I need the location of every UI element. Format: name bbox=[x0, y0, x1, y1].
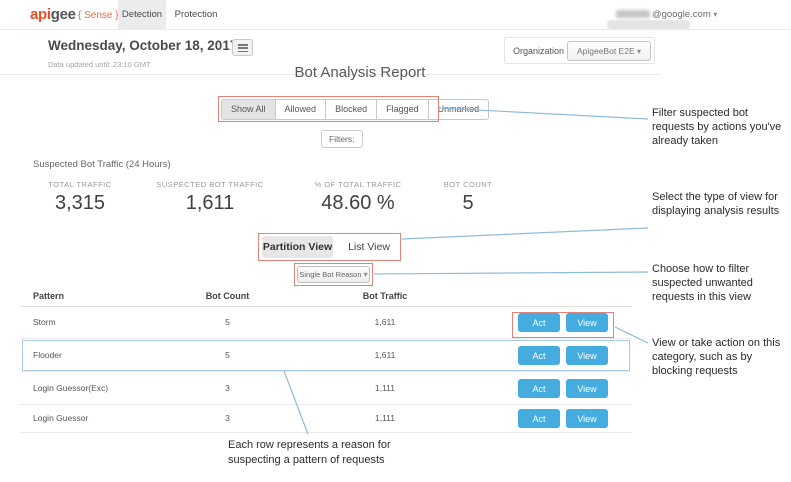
organization-dropdown[interactable]: ApigeeBot E2E ▾ bbox=[567, 41, 651, 61]
annotation-reason-filter: Choose how to filter suspected unwanted … bbox=[652, 262, 790, 304]
bot-count-cell: 5 bbox=[180, 350, 275, 360]
annotation-filter-actions: Filter suspected bot requests by actions… bbox=[652, 106, 790, 148]
redacted-username bbox=[616, 10, 650, 18]
top-navigation-bar: apigee { Sense } Detection Protection @g… bbox=[0, 0, 791, 30]
chevron-down-icon: ▾ bbox=[713, 10, 717, 19]
bot-count-cell: 3 bbox=[180, 413, 275, 423]
stat-value: 3,315 bbox=[20, 192, 140, 215]
pattern-cell: Login Guessor bbox=[33, 413, 88, 423]
bot-traffic-cell: 1,611 bbox=[330, 317, 440, 327]
view-button[interactable]: View bbox=[566, 379, 608, 398]
filter-tab-unmarked[interactable]: Unmarked bbox=[428, 99, 490, 120]
logo-gee-text: gee bbox=[51, 6, 76, 23]
organization-label: Organization bbox=[513, 46, 564, 56]
pattern-cell: Login Guessor(Exc) bbox=[33, 383, 108, 393]
stats-section-title: Suspected Bot Traffic (24 Hours) bbox=[33, 159, 171, 170]
tab-protection[interactable]: Protection bbox=[168, 0, 224, 30]
organization-value: ApigeeBot E2E bbox=[577, 46, 635, 56]
table-row: Storm 5 1,611 Act View bbox=[0, 306, 655, 339]
tab-detection[interactable]: Detection bbox=[118, 0, 166, 30]
page-title: Bot Analysis Report bbox=[260, 64, 460, 81]
stat-label: BOT COUNT bbox=[408, 180, 528, 189]
stat-value: 5 bbox=[408, 192, 528, 215]
pattern-cell: Flooder bbox=[33, 350, 62, 360]
act-button[interactable]: Act bbox=[518, 409, 560, 428]
data-updated-label: Data updated until: 23:10 GMT bbox=[48, 60, 151, 69]
bot-reason-value: Single Bot Reason bbox=[299, 270, 361, 279]
pattern-cell: Storm bbox=[33, 317, 56, 327]
filter-tab-flagged[interactable]: Flagged bbox=[376, 99, 429, 120]
chevron-down-icon: ▾ bbox=[364, 270, 368, 279]
tab-list-view[interactable]: List View bbox=[340, 236, 398, 258]
calendar-button[interactable] bbox=[232, 39, 253, 56]
stat-total-traffic: TOTAL TRAFFIC 3,315 bbox=[20, 180, 140, 215]
bot-count-cell: 3 bbox=[180, 383, 275, 393]
stat-label: % OF TOTAL TRAFFIC bbox=[288, 180, 428, 189]
calendar-icon bbox=[238, 44, 248, 52]
filter-tab-show-all[interactable]: Show All bbox=[221, 99, 276, 120]
account-email-domain: @google.com bbox=[652, 9, 711, 20]
apigee-logo: apigee bbox=[30, 6, 76, 23]
organization-selector: Organization ApigeeBot E2E ▾ bbox=[504, 37, 655, 64]
column-header-bot-count: Bot Count bbox=[180, 291, 275, 301]
column-header-bot-traffic: Bot Traffic bbox=[330, 291, 440, 301]
annotation-row-meaning: Each row represents a reason for suspect… bbox=[228, 438, 438, 468]
filters-button[interactable]: Filters: bbox=[321, 130, 363, 148]
stat-label: TOTAL TRAFFIC bbox=[20, 180, 140, 189]
act-button[interactable]: Act bbox=[518, 313, 560, 332]
bot-traffic-cell: 1,611 bbox=[330, 350, 440, 360]
act-button[interactable]: Act bbox=[518, 379, 560, 398]
view-button[interactable]: View bbox=[566, 313, 608, 332]
annotation-view-type: Select the type of view for displaying a… bbox=[652, 190, 790, 218]
bot-traffic-cell: 1,111 bbox=[330, 383, 440, 393]
bot-count-cell: 5 bbox=[180, 317, 275, 327]
table-row: Login Guessor 3 1,111 Act View bbox=[0, 405, 655, 433]
redacted-box bbox=[607, 20, 690, 29]
report-date: Wednesday, October 18, 2017 bbox=[48, 38, 237, 53]
screen: apigee { Sense } Detection Protection @g… bbox=[0, 0, 791, 482]
annotation-row-actions: View or take action on this category, su… bbox=[652, 336, 790, 378]
act-button[interactable]: Act bbox=[518, 346, 560, 365]
tab-partition-view[interactable]: Partition View bbox=[262, 236, 333, 258]
stat-suspected-bot-traffic: SUSPECTED BOT TRAFFIC 1,611 bbox=[140, 180, 280, 215]
stat-percent-total-traffic: % OF TOTAL TRAFFIC 48.60 % bbox=[288, 180, 428, 215]
logo-api-text: api bbox=[30, 6, 51, 23]
filter-tab-blocked[interactable]: Blocked bbox=[325, 99, 377, 120]
stat-value: 48.60 % bbox=[288, 192, 428, 215]
view-button[interactable]: View bbox=[566, 409, 608, 428]
stat-bot-count: BOT COUNT 5 bbox=[408, 180, 528, 215]
stat-label: SUSPECTED BOT TRAFFIC bbox=[140, 180, 280, 189]
chevron-down-icon: ▾ bbox=[637, 47, 641, 56]
bot-reason-dropdown[interactable]: Single Bot Reason ▾ bbox=[297, 266, 370, 283]
row-divider bbox=[20, 432, 632, 433]
table-row: Flooder 5 1,611 Act View bbox=[0, 339, 655, 372]
table-row: Login Guessor(Exc) 3 1,111 Act View bbox=[0, 372, 655, 405]
filter-tabs: Show All Allowed Blocked Flagged Unmarke… bbox=[221, 99, 489, 120]
column-header-pattern: Pattern bbox=[33, 291, 64, 301]
view-button[interactable]: View bbox=[566, 346, 608, 365]
stat-value: 1,611 bbox=[140, 192, 280, 215]
bot-traffic-cell: 1,111 bbox=[330, 413, 440, 423]
filter-tab-allowed[interactable]: Allowed bbox=[275, 99, 327, 120]
sense-product-label: { Sense } bbox=[78, 10, 119, 21]
